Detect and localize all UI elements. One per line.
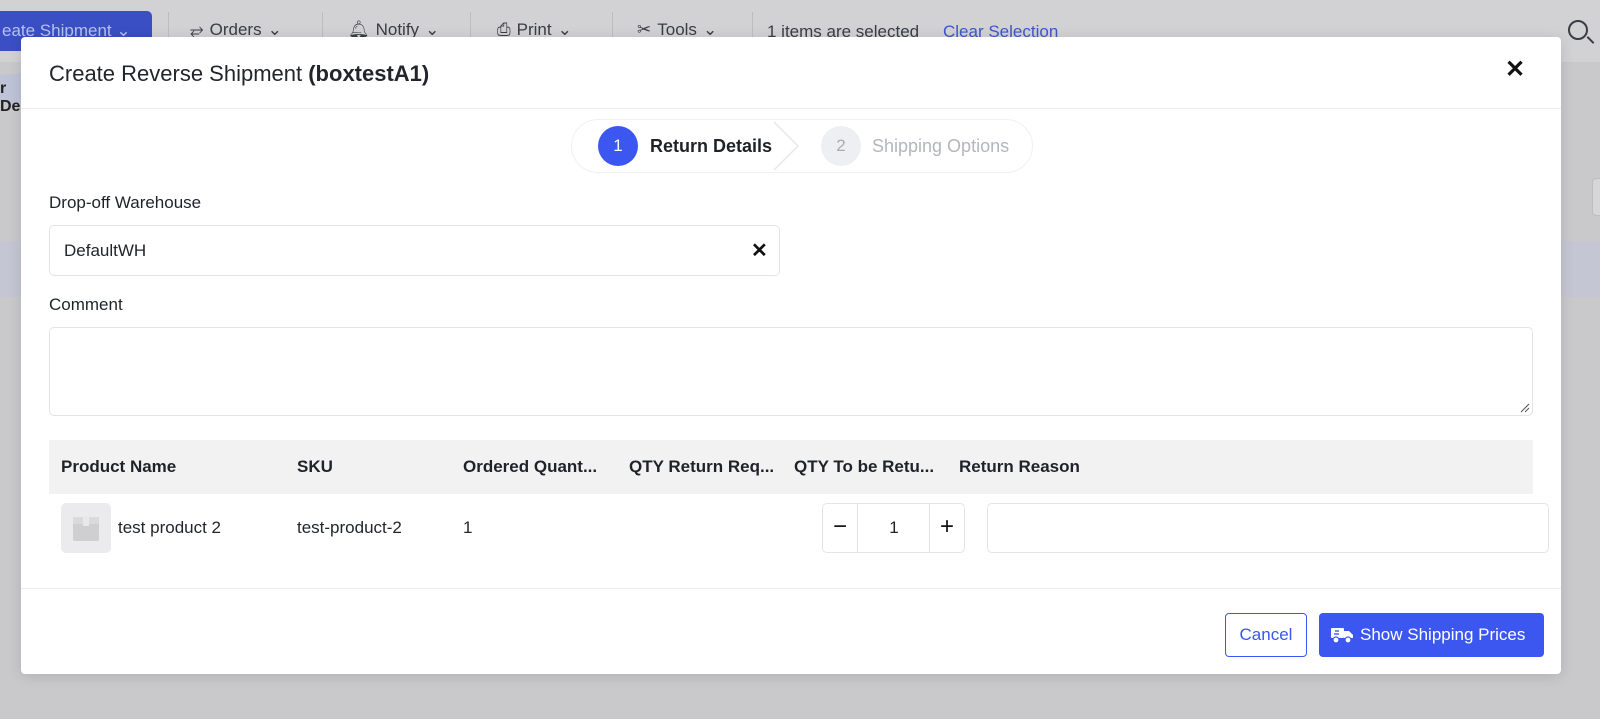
quantity-input[interactable]: 1 — [858, 504, 930, 552]
table-row: test product 2 test-product-2 1 − 1 + — [49, 494, 1549, 572]
product-image — [61, 503, 111, 553]
step-chevron-icon — [773, 121, 800, 171]
close-icon[interactable]: ✕ — [1504, 58, 1526, 82]
comment-label: Comment — [49, 295, 123, 314]
modal-title: Create Reverse Shipment (boxtestA1) — [49, 61, 429, 87]
column-header-ordered-qty[interactable]: Ordered Quant... — [463, 457, 597, 477]
resize-handle-icon[interactable] — [1518, 401, 1530, 413]
product-name: test product 2 — [118, 518, 222, 537]
search-icon[interactable] — [1568, 20, 1588, 40]
column-header-product-name[interactable]: Product Name — [61, 457, 176, 477]
modal-title-text: Create Reverse Shipment — [49, 61, 309, 86]
step-shipping-options[interactable]: 2 Shipping Options — [821, 120, 1009, 172]
decrement-button[interactable]: − — [823, 504, 858, 552]
quantity-stepper[interactable]: − 1 + — [822, 503, 965, 553]
comment-textarea[interactable] — [49, 327, 1533, 416]
return-reason-input[interactable] — [987, 503, 1549, 553]
step-number: 2 — [821, 126, 861, 166]
reverse-shipment-modal: Create Reverse Shipment (boxtestA1) ✕ 1 … — [21, 37, 1561, 674]
ordered-quantity: 1 — [463, 518, 473, 537]
footer-divider — [21, 588, 1561, 589]
background-field — [1592, 178, 1600, 216]
box-icon — [73, 517, 99, 541]
step-label: Return Details — [650, 135, 773, 156]
column-header-return-reason[interactable]: Return Reason — [959, 457, 1080, 477]
warehouse-value: DefaultWH — [64, 241, 147, 260]
primary-button-label: Show Shipping Prices — [1360, 625, 1526, 644]
truck-icon — [1331, 628, 1353, 644]
show-shipping-prices-button[interactable]: Show Shipping Prices — [1319, 613, 1544, 657]
column-header-sku[interactable]: SKU — [297, 457, 333, 477]
product-sku: test-product-2 — [297, 518, 402, 537]
step-label: Shipping Options — [872, 135, 1010, 156]
step-number: 1 — [598, 126, 638, 166]
modal-header: Create Reverse Shipment (boxtestA1) ✕ — [21, 37, 1561, 109]
column-header-qty-return-requested[interactable]: QTY Return Req... — [629, 457, 774, 477]
modal-title-order: (boxtestA1) — [308, 61, 430, 86]
warehouse-label: Drop-off Warehouse — [49, 193, 202, 212]
cancel-button[interactable]: Cancel — [1225, 613, 1307, 657]
table-header: Product Name SKU Ordered Quant... QTY Re… — [49, 440, 1533, 494]
step-return-details[interactable]: 1 Return Details — [598, 120, 772, 172]
clear-icon[interactable]: ✕ — [751, 238, 768, 263]
increment-button[interactable]: + — [929, 504, 964, 552]
column-header-qty-to-be-returned[interactable]: QTY To be Retu... — [794, 457, 934, 477]
step-indicator: 1 Return Details 2 Shipping Options — [571, 119, 1033, 173]
warehouse-select[interactable]: DefaultWH ✕ — [49, 225, 780, 276]
